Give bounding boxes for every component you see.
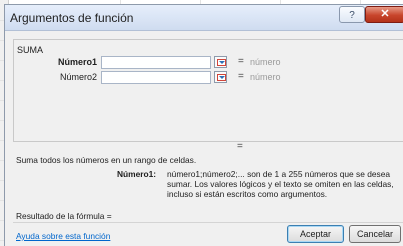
function-description: Suma todos los números en un rango de ce… [16, 155, 197, 165]
function-groupbox [13, 39, 403, 142]
arg2-label: Número2 [59, 72, 97, 82]
title-bar: Argumentos de función ? ✕ [5, 5, 403, 31]
arg2-collapse-button[interactable] [214, 71, 227, 83]
formula-result-label: Resultado de la fórmula = [16, 211, 112, 221]
help-link[interactable]: Ayuda sobre esta función [16, 231, 110, 241]
arg1-result: número [250, 57, 281, 67]
dialog-title: Argumentos de función [10, 11, 134, 25]
arg1-input[interactable] [101, 56, 211, 69]
arg2-result: número [250, 72, 281, 82]
arg-description-label: Número1: [117, 169, 157, 179]
function-name: SUMA [17, 45, 44, 55]
arg2-input[interactable] [101, 71, 211, 84]
divider [13, 222, 403, 223]
cancel-button[interactable]: Cancelar [349, 225, 401, 243]
function-arguments-dialog: Argumentos de función ? ✕ SUMA Número1 =… [4, 4, 403, 246]
arg1-equals: = [238, 56, 244, 67]
arg2-equals: = [238, 71, 244, 82]
arg1-label: Número1 [57, 57, 97, 67]
help-button[interactable]: ? [339, 6, 365, 23]
close-button[interactable]: ✕ [365, 6, 403, 23]
arg1-collapse-button[interactable] [214, 56, 227, 68]
ok-button[interactable]: Aceptar [287, 225, 344, 243]
function-result-equals: = [237, 141, 243, 152]
arg-description-text: número1;número2;... son de 1 a 255 númer… [167, 169, 394, 199]
